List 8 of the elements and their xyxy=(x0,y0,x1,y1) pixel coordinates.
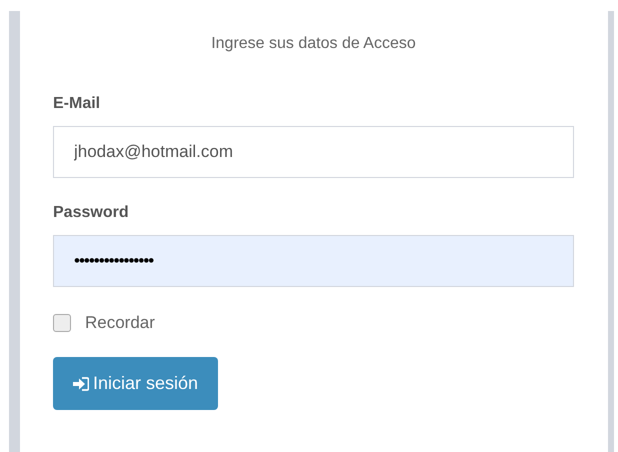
field-label: E-Mail xyxy=(53,95,102,113)
input-field[interactable]: •••••••••••••••• xyxy=(53,235,574,287)
checkbox[interactable] xyxy=(53,314,71,332)
form-heading: Ingrese sus datos de Acceso xyxy=(210,35,417,53)
login-button[interactable]: Iniciar sesión xyxy=(53,357,218,410)
field-label: Password xyxy=(53,204,130,222)
checkbox-label: Recordar xyxy=(85,313,155,333)
sign-in-icon xyxy=(73,376,89,390)
